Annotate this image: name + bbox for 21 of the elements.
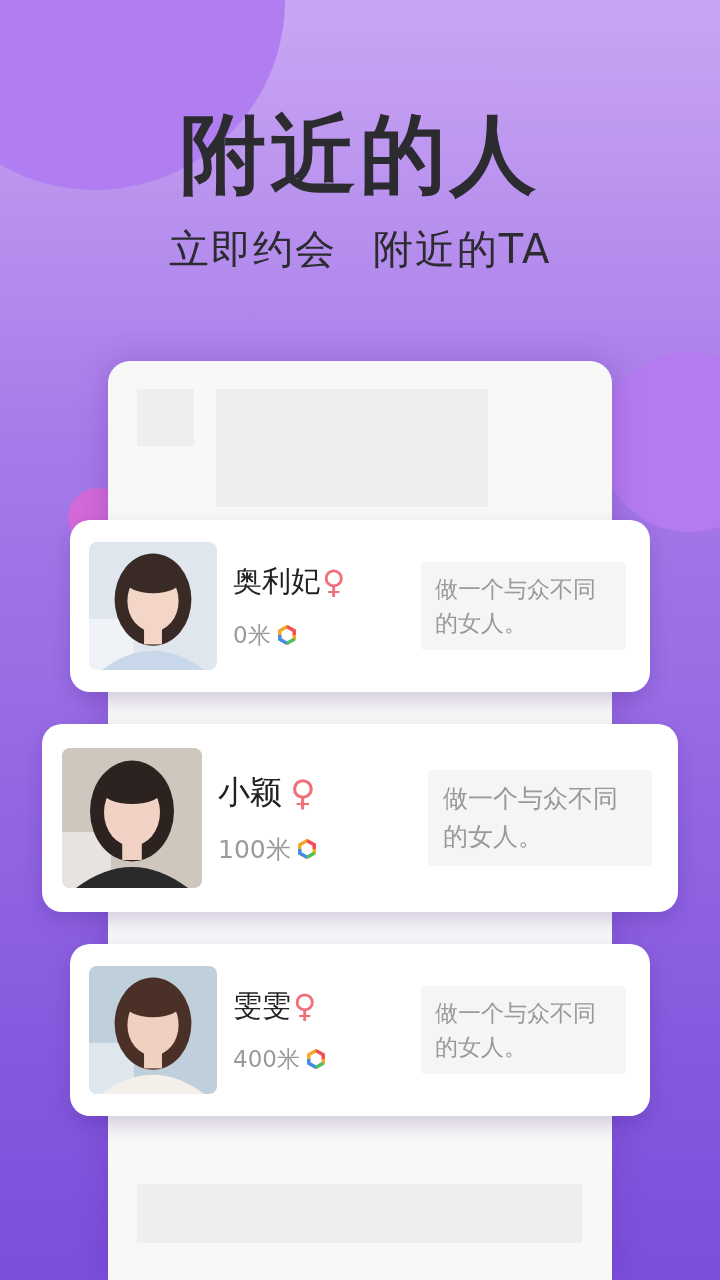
distance: 400米 [233, 1044, 300, 1074]
gender-symbol: ♀ [290, 772, 316, 813]
bio-text: 做一个与众不同的女人。 [421, 986, 626, 1074]
distance: 100米 [218, 833, 291, 866]
user-card[interactable]: 奥利妃♀ 0米 做一个与众不同的女人。 [70, 520, 650, 692]
user-card[interactable]: 小颖 ♀ 100米 做一个与众不同的女人。 [42, 724, 678, 912]
gender-symbol: ♀ [322, 562, 346, 601]
gender-symbol: ♀ [293, 986, 317, 1025]
headline: 附近的人 [180, 104, 540, 204]
subheadline: 附近的TA [372, 225, 552, 274]
subheadline: 立即约会 [168, 225, 337, 274]
user-name: 小颖 [218, 771, 282, 813]
user-name: 雯雯 [233, 986, 291, 1024]
user-name: 奥利妃 [233, 562, 320, 600]
bio-text: 做一个与众不同的女人。 [421, 562, 626, 650]
hexagon-icon [296, 839, 317, 859]
distance: 0米 [233, 620, 271, 650]
user-card[interactable]: 雯雯♀ 400米 做一个与众不同的女人。 [70, 944, 650, 1116]
hexagon-icon [305, 1049, 326, 1069]
hexagon-icon [276, 625, 297, 645]
bio-text: 做一个与众不同的女人。 [428, 770, 652, 866]
